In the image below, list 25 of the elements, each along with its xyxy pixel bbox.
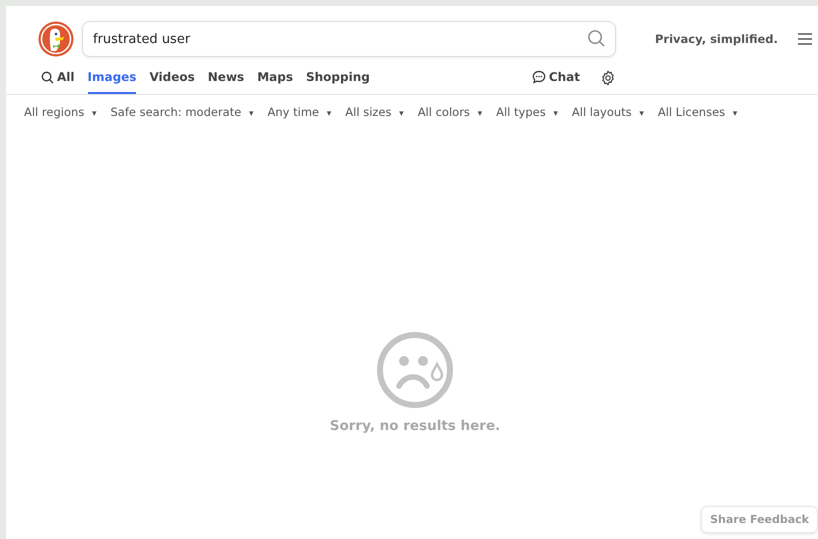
settings-icon[interactable] — [600, 70, 616, 86]
empty-message: Sorry, no results here. — [330, 418, 500, 434]
filter-dropdown[interactable]: All types ▾ — [496, 105, 558, 119]
filter-dropdown[interactable]: All regions ▾ — [24, 105, 96, 119]
nav-tab[interactable]: All — [41, 62, 75, 94]
filter-dropdown[interactable]: All colors ▾ — [418, 105, 482, 119]
search-icon[interactable] — [587, 29, 606, 48]
filter-dropdown[interactable]: Safe search: moderate ▾ — [110, 105, 254, 119]
nav-tab[interactable]: Images — [88, 62, 136, 94]
search-icon — [41, 70, 54, 84]
tagline: Privacy, simplified. — [655, 32, 778, 46]
nav-tab[interactable]: Videos — [149, 62, 195, 94]
duck-logo-icon[interactable] — [38, 21, 74, 57]
menu-icon[interactable] — [798, 33, 812, 45]
nav-tab[interactable]: Shopping — [306, 62, 370, 94]
nav-tab[interactable]: Maps — [257, 62, 293, 94]
filter-dropdown[interactable]: All layouts ▾ — [572, 105, 644, 119]
sad-face-icon — [375, 330, 455, 410]
search-field[interactable]: frustrated user — [82, 21, 616, 57]
filter-dropdown[interactable]: Any time ▾ — [268, 105, 332, 119]
filter-dropdown[interactable]: All Licenses ▾ — [658, 105, 738, 119]
nav-tab[interactable]: News — [208, 62, 244, 94]
chat-link[interactable]: Chat — [532, 62, 580, 94]
filter-dropdown[interactable]: All sizes ▾ — [345, 105, 404, 119]
speech-bubble-icon — [532, 70, 546, 84]
